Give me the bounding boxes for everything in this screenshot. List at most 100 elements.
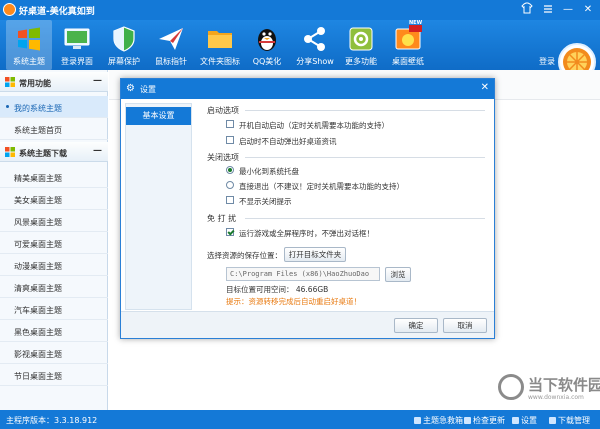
penguin-icon <box>258 29 276 51</box>
save-path-input[interactable]: C:\Program Files (x86)\HaoZhuoDao <box>226 267 380 281</box>
sidebar-item-download[interactable]: 动漫桌面主题 <box>0 254 108 276</box>
sidebar-item-label: 黑色桌面主题 <box>14 328 62 337</box>
gear-icon: ⚙ <box>126 83 135 94</box>
tab-desktop-wallpaper[interactable]: NEW 桌面壁纸 <box>385 20 431 70</box>
sidebar-item-theme-home[interactable]: 系统主题首页 <box>0 118 108 140</box>
sidebar-item-download[interactable]: 可爱桌面主题 <box>0 232 108 254</box>
dialog-body: 启动选项 开机自动启动（定时关机需要本功能的支持） 启动时不自动弹出好桌道资讯 … <box>197 99 492 311</box>
new-wallpaper-icon <box>395 25 422 50</box>
option-label: 运行游戏或全屏程序时，不弹出对话框！ <box>239 229 374 238</box>
watermark-url: www.downxia.com <box>528 394 584 401</box>
option-label: 直接退出（不建议！定时关机需要本功能的支持） <box>239 182 404 191</box>
group-title-startup: 启动选项 <box>207 106 239 115</box>
restart-hint-text: 提示：资源转移完成后自动重启好桌道！ <box>226 297 361 306</box>
sidebar-item-download[interactable]: 美女桌面主题 <box>0 188 108 210</box>
box-icon <box>414 417 421 424</box>
status-link-label: 下载管理 <box>558 416 590 425</box>
sidebar-item-label: 动漫桌面主题 <box>14 262 62 271</box>
close-window-button[interactable]: ✕ <box>580 2 596 17</box>
sidebar-item-label: 我的系统主题 <box>14 104 62 113</box>
option-label: 最小化到系统托盘 <box>239 167 299 176</box>
windows-logo-icon <box>18 27 40 51</box>
menu-button[interactable] <box>540 2 556 17</box>
status-bar: 主程序版本：3.3.18.912 主题急救箱 检查更新 设置 下载管理 <box>0 410 600 429</box>
divider <box>245 110 485 111</box>
windows-logo-icon <box>5 147 15 157</box>
checkbox-hide-close-tip[interactable] <box>226 196 234 204</box>
settings-dialog: ⚙ 设置 ✕ 基本设置 启动选项 开机自动启动（定时关机需要本功能的支持） 启动… <box>120 78 495 339</box>
section-title: 系统主题下载 <box>19 149 67 158</box>
app-title: 好桌道-美化真如到 <box>19 7 95 17</box>
sidebar-item-label: 可爱桌面主题 <box>14 240 62 249</box>
version-text: 主程序版本：3.3.18.912 <box>6 416 98 425</box>
browse-button[interactable]: 浏览 <box>385 267 411 282</box>
open-folder-button[interactable]: 打开目标文件夹 <box>284 247 346 262</box>
checkbox-no-news-popup[interactable] <box>226 136 234 144</box>
refresh-icon <box>464 417 471 424</box>
option-label: 启动时不自动弹出好桌道资讯 <box>239 137 337 146</box>
free-space-text: 目标位置可用空间： 46.66GB <box>226 285 329 294</box>
tab-basic-settings[interactable]: 基本设置 <box>126 107 191 125</box>
shirt-icon <box>521 2 533 14</box>
sidebar-item-label: 美女桌面主题 <box>14 196 62 205</box>
tab-screensaver[interactable]: 屏幕保护 <box>101 20 147 70</box>
sidebar-item-download[interactable]: 精美桌面主题 <box>0 166 108 188</box>
group-title-dnd: 免 打 扰 <box>207 214 237 223</box>
main-toolbar: 系统主题 登录界面 屏幕保护 鼠标指针 文件夹图标 QQ美化 分享Show 更多… <box>0 20 600 81</box>
divider <box>245 157 485 158</box>
shield-icon <box>113 26 135 52</box>
settings-link[interactable]: 设置 <box>512 415 537 426</box>
checkbox-auto-start[interactable] <box>226 120 234 128</box>
sidebar: 常用功能 — 我的系统主题 系统主题首页 系统主题下载 — 精美桌面主题 美女桌… <box>0 70 108 410</box>
radio-minimize-tray[interactable] <box>226 166 234 174</box>
checkbox-no-popup-fullscreen[interactable] <box>226 228 234 236</box>
tab-qq-beautify[interactable]: QQ美化 <box>244 20 290 70</box>
option-label: 不显示关闭提示 <box>239 197 292 206</box>
dialog-footer: 确定 取消 <box>121 311 494 338</box>
minimize-button[interactable]: — <box>560 2 576 17</box>
save-location-label: 选择资源的保存位置： <box>207 251 282 260</box>
watermark-logo-icon <box>498 374 524 400</box>
bullet-icon <box>6 105 9 108</box>
collapse-toggle[interactable]: — <box>93 76 102 86</box>
gear-box-icon <box>349 27 373 51</box>
ok-button[interactable]: 确定 <box>394 318 438 333</box>
status-link-label: 设置 <box>521 416 537 425</box>
gear-icon <box>512 417 519 424</box>
sidebar-item-download[interactable]: 影视桌面主题 <box>0 342 108 364</box>
section-title: 常用功能 <box>19 79 51 88</box>
cancel-button[interactable]: 取消 <box>443 318 487 333</box>
tab-label: 桌面壁纸 <box>392 57 424 66</box>
tab-login-screen[interactable]: 登录界面 <box>54 20 100 70</box>
sidebar-item-my-theme[interactable]: 我的系统主题 <box>0 96 108 118</box>
tab-system-theme[interactable]: 系统主题 <box>6 20 52 70</box>
tab-more-functions[interactable]: 更多功能 <box>338 20 384 70</box>
sidebar-item-download[interactable]: 黑色桌面主题 <box>0 320 108 342</box>
sidebar-item-label: 节日桌面主题 <box>14 372 62 381</box>
tab-folder-icon[interactable]: 文件夹图标 <box>197 20 243 70</box>
login-link[interactable]: 登录 <box>539 56 555 67</box>
status-link-label: 检查更新 <box>473 416 505 425</box>
watermark: 当下软件园 www.downxia.com <box>496 372 600 406</box>
option-label: 开机自动启动（定时关机需要本功能的支持） <box>239 121 389 130</box>
tab-mouse-pointer[interactable]: 鼠标指针 <box>148 20 194 70</box>
check-update-link[interactable]: 检查更新 <box>464 415 505 426</box>
sidebar-item-download[interactable]: 清爽桌面主题 <box>0 276 108 298</box>
skin-button[interactable] <box>519 2 535 17</box>
sidebar-item-label: 风景桌面主题 <box>14 218 62 227</box>
download-manager-link[interactable]: 下载管理 <box>549 415 590 426</box>
share-icon <box>304 27 325 51</box>
dialog-close-button[interactable]: ✕ <box>481 82 489 93</box>
sidebar-item-download[interactable]: 节日桌面主题 <box>0 364 108 386</box>
sidebar-item-download[interactable]: 风景桌面主题 <box>0 210 108 232</box>
dialog-title: 设置 <box>140 85 156 94</box>
sidebar-item-download[interactable]: 汽车桌面主题 <box>0 298 108 320</box>
section-header-download[interactable]: 系统主题下载 — <box>0 142 108 162</box>
radio-exit-directly[interactable] <box>226 181 234 189</box>
sidebar-item-label: 汽车桌面主题 <box>14 306 62 315</box>
theme-rescue-link[interactable]: 主题急救箱 <box>414 415 463 426</box>
dialog-title-bar: ⚙ 设置 ✕ <box>121 79 494 99</box>
divider <box>245 218 485 219</box>
section-header-common[interactable]: 常用功能 — <box>0 72 108 92</box>
collapse-toggle[interactable]: — <box>93 146 102 156</box>
